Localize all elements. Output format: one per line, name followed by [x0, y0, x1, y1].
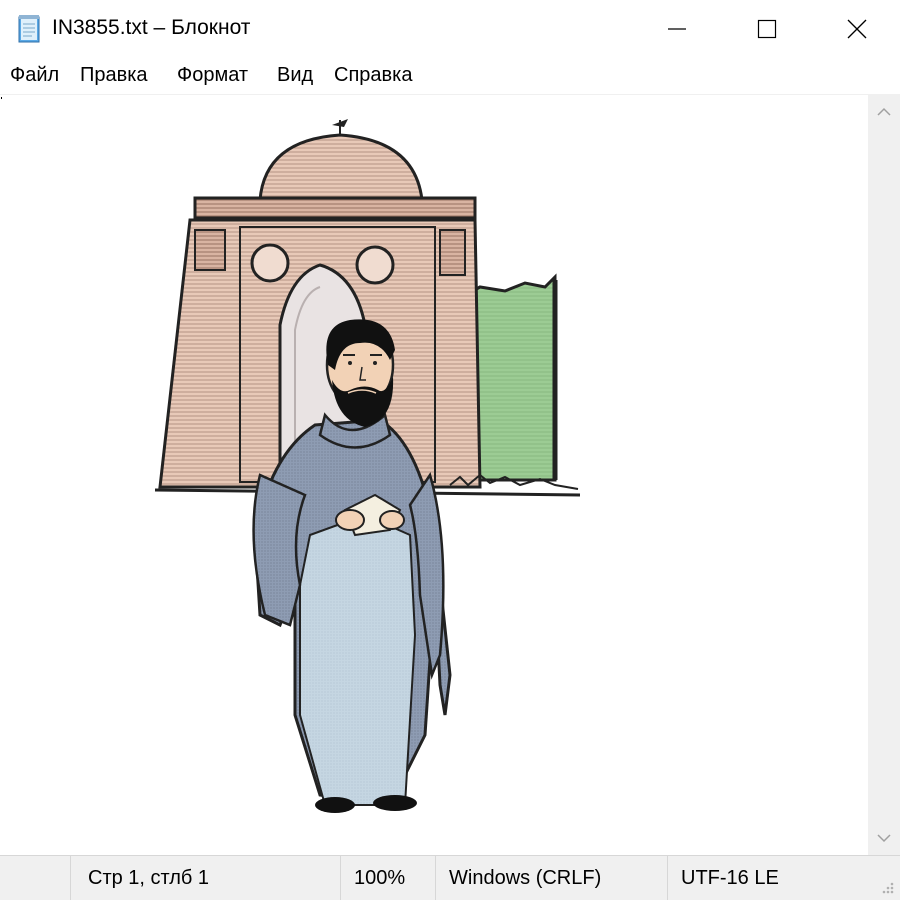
scroll-up-button[interactable]	[868, 95, 900, 129]
window-title: IN3855.txt – Блокнот	[52, 16, 251, 39]
chevron-up-icon	[877, 107, 891, 116]
minimize-icon	[668, 28, 686, 30]
status-separator	[70, 856, 71, 900]
text-caret	[1, 97, 2, 99]
status-separator	[435, 856, 436, 900]
close-icon	[847, 19, 867, 39]
chevron-down-icon	[877, 834, 891, 843]
status-separator	[340, 856, 341, 900]
text-editor-area[interactable]	[0, 95, 868, 855]
menu-view[interactable]: Вид	[276, 64, 314, 87]
clipart-man-in-front-of-mosque	[154, 119, 581, 813]
resize-grip-icon[interactable]	[876, 866, 896, 896]
menu-file[interactable]: Файл	[9, 64, 60, 87]
menu-help[interactable]: Справка	[333, 64, 413, 87]
vertical-scrollbar[interactable]	[868, 95, 900, 855]
menu-bar: Файл Правка Формат Вид Справка	[0, 58, 900, 94]
maximize-icon	[757, 19, 777, 39]
status-bar: Стр 1, стлб 1 100% Windows (CRLF) UTF-16…	[0, 855, 900, 900]
notepad-window: IN3855.txt – Блокнот Файл Правка Формат …	[0, 0, 900, 900]
maximize-button[interactable]	[722, 0, 812, 58]
dome	[258, 133, 424, 202]
title-bar[interactable]: IN3855.txt – Блокнот	[0, 0, 900, 58]
scroll-down-button[interactable]	[868, 821, 900, 855]
status-encoding: UTF-16 LE	[681, 866, 779, 889]
menu-edit[interactable]: Правка	[79, 64, 149, 87]
close-button[interactable]	[812, 0, 900, 58]
menu-format[interactable]: Формат	[176, 64, 249, 87]
status-cursor-position: Стр 1, стлб 1	[88, 866, 210, 889]
robe-inner	[299, 513, 417, 806]
minimize-button[interactable]	[632, 0, 722, 58]
status-line-ending: Windows (CRLF)	[449, 866, 602, 889]
status-separator	[667, 856, 668, 900]
notepad-icon	[18, 15, 40, 43]
status-zoom: 100%	[354, 866, 406, 889]
